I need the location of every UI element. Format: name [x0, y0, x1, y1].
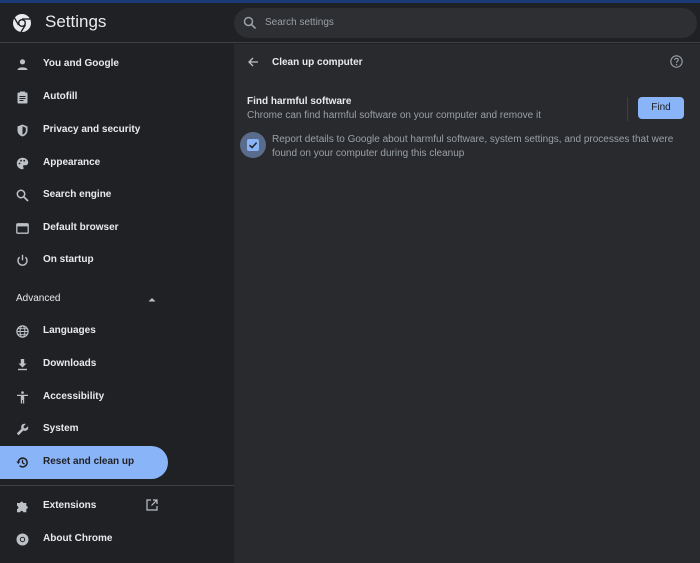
person-icon	[17, 59, 28, 70]
sidebar-item-you-and-google[interactable]: You and Google	[0, 48, 168, 81]
search-input[interactable]: Search settings	[234, 8, 697, 38]
chrome-logo-icon	[13, 14, 31, 33]
sidebar-divider	[0, 485, 234, 486]
sidebar-item-label: You and Google	[43, 58, 119, 69]
download-icon	[18, 359, 27, 371]
sidebar-item-autofill[interactable]: Autofill	[0, 81, 168, 114]
sidebar: You and Google Autofill Privacy and secu…	[0, 44, 234, 563]
find-harmful-software-description: Chrome can find harmful software on your…	[247, 110, 542, 121]
caret-up-icon	[148, 298, 156, 302]
search-icon	[16, 189, 29, 202]
app-title: Settings	[45, 12, 107, 31]
advanced-section-toggle[interactable]: Advanced	[0, 287, 168, 309]
sidebar-item-label: Default browser	[43, 222, 119, 233]
sidebar-item-label: Privacy and security	[43, 124, 141, 135]
sidebar-item-languages[interactable]: Languages	[0, 315, 168, 348]
sidebar-item-label: Reset and clean up	[43, 456, 135, 467]
sidebar-item-label: Accessibility	[43, 391, 105, 402]
sidebar-item-appearance[interactable]: Appearance	[0, 147, 168, 180]
sidebar-item-search-engine[interactable]: Search engine	[0, 179, 168, 212]
top-bar: Settings Search settings	[0, 3, 700, 43]
advanced-label: Advanced	[16, 293, 61, 304]
sidebar-item-label: Search engine	[43, 189, 112, 200]
globe-icon	[16, 325, 29, 338]
sidebar-item-accessibility[interactable]: Accessibility	[0, 381, 168, 414]
accessibility-icon	[17, 391, 28, 404]
sidebar-item-label: Downloads	[43, 358, 97, 369]
chrome-icon	[16, 533, 29, 546]
find-button[interactable]: Find	[638, 97, 684, 119]
back-arrow-icon[interactable]	[247, 56, 259, 68]
power-icon	[17, 254, 28, 266]
search-placeholder: Search settings	[265, 17, 334, 28]
sidebar-item-label: On startup	[43, 254, 94, 265]
find-harmful-software-title: Find harmful software	[247, 96, 352, 107]
sidebar-item-privacy-and-security[interactable]: Privacy and security	[0, 114, 168, 147]
sidebar-item-about-chrome[interactable]: About Chrome	[0, 523, 168, 556]
checkmark-icon	[248, 142, 258, 149]
sidebar-item-label: Extensions	[43, 500, 97, 511]
shield-icon	[17, 124, 28, 137]
sidebar-item-reset-and-clean-up[interactable]: Reset and clean up	[0, 446, 168, 479]
sidebar-item-system[interactable]: System	[0, 413, 168, 446]
search-icon	[243, 16, 257, 30]
help-icon[interactable]	[670, 55, 683, 68]
sidebar-item-extensions[interactable]: Extensions	[0, 490, 168, 523]
sidebar-item-label: Autofill	[43, 91, 78, 102]
palette-icon	[16, 157, 29, 170]
sidebar-item-label: About Chrome	[43, 533, 113, 544]
restore-icon	[16, 457, 28, 468]
report-details-checkbox[interactable]	[247, 139, 259, 151]
sidebar-item-default-browser[interactable]: Default browser	[0, 212, 168, 245]
vertical-separator	[627, 97, 628, 121]
sidebar-item-label: Languages	[43, 325, 96, 336]
open-in-new-icon[interactable]	[146, 499, 158, 511]
page-title: Clean up computer	[272, 57, 363, 68]
browser-icon	[16, 223, 29, 234]
sidebar-item-label: System	[43, 423, 79, 434]
clipboard-icon	[17, 91, 28, 104]
report-details-label: Report details to Google about harmful s…	[272, 134, 674, 159]
main-content: Clean up computer Find harmful software …	[234, 44, 700, 563]
sidebar-item-on-startup[interactable]: On startup	[0, 244, 168, 277]
sidebar-item-downloads[interactable]: Downloads	[0, 348, 168, 381]
wrench-icon	[16, 423, 29, 436]
puzzle-icon	[17, 501, 28, 513]
sidebar-item-label: Appearance	[43, 157, 101, 168]
